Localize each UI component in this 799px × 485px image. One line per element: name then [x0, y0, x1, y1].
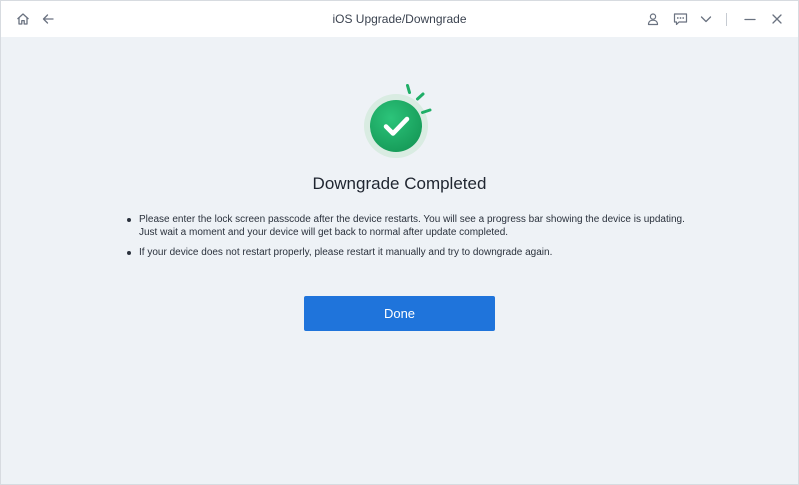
feedback-button[interactable] — [670, 9, 690, 29]
user-icon — [647, 13, 659, 26]
success-check-icon — [364, 84, 432, 158]
close-button[interactable] — [767, 9, 787, 29]
account-button[interactable] — [643, 9, 663, 29]
menu-button[interactable] — [696, 9, 716, 29]
minimize-icon — [744, 18, 756, 21]
titlebar-divider — [726, 13, 727, 26]
instruction-item: If your device does not restart properly… — [125, 246, 685, 259]
done-button[interactable]: Done — [304, 296, 495, 331]
close-icon — [772, 14, 782, 24]
instruction-item: Please enter the lock screen passcode af… — [125, 213, 685, 239]
instructions-list: Please enter the lock screen passcode af… — [125, 213, 685, 266]
minimize-button[interactable] — [740, 9, 760, 29]
chevron-down-icon — [700, 16, 712, 23]
app-window: iOS Upgrade/Downgrade Downgrade Complete… — [0, 0, 799, 485]
chat-icon — [673, 13, 687, 26]
main-content: Downgrade Completed Please enter the loc… — [1, 37, 798, 484]
page-heading: Downgrade Completed — [312, 174, 487, 193]
title-bar: iOS Upgrade/Downgrade — [1, 1, 798, 37]
